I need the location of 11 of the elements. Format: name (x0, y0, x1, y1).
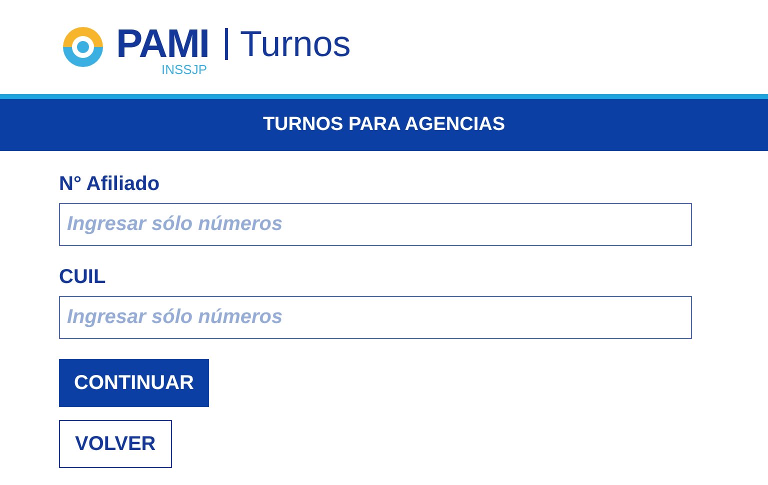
logo-icon (60, 24, 106, 70)
continue-button[interactable]: CONTINUAR (59, 359, 209, 407)
field-label: N° Afiliado (59, 173, 160, 196)
field-label: CUIL (59, 266, 106, 289)
brand-name: PAMI (116, 25, 210, 63)
back-button[interactable]: VOLVER (59, 420, 172, 468)
input-field[interactable]: Ingresar sólo números (59, 296, 692, 339)
section-title: Turnos (225, 28, 351, 60)
banner-title: TURNOS PARA AGENCIAS (262, 114, 506, 136)
brand-subtitle: INSSJP (162, 63, 208, 77)
input-field[interactable]: Ingresar sólo números (59, 203, 692, 246)
